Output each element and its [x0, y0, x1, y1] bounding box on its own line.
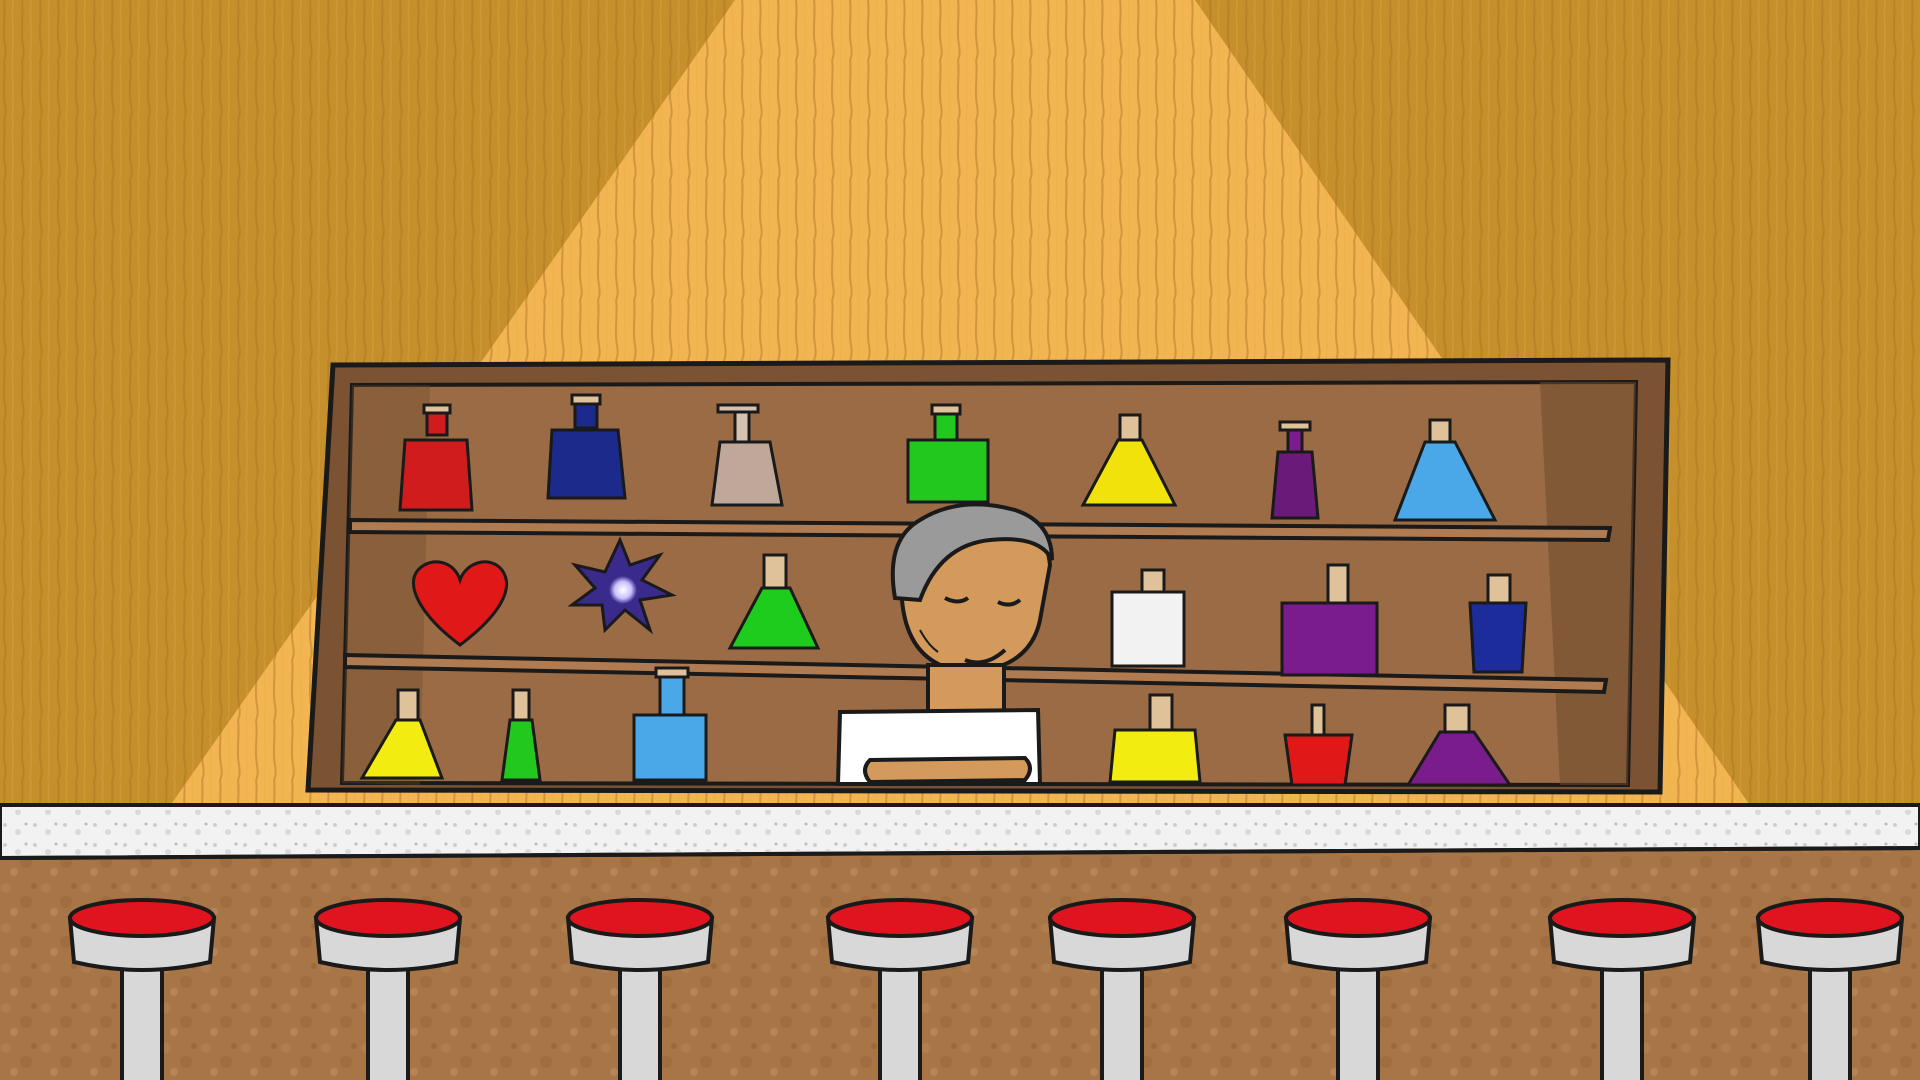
bar-scene-canvas	[0, 0, 1920, 1080]
bar-scene	[0, 0, 1920, 1080]
